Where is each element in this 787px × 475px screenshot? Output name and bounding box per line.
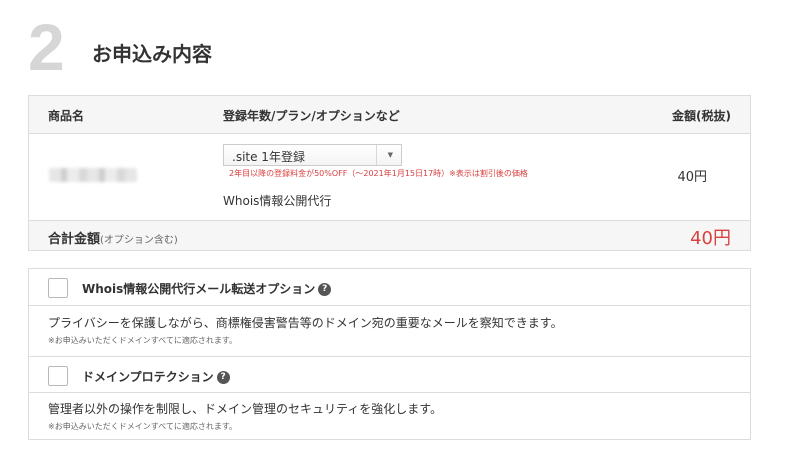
blurred-domain-name <box>49 168 137 182</box>
order-summary-table: 商品名 登録年数/プラン/オプションなど 金額(税抜) .site 1年登録 ▼… <box>28 95 751 251</box>
section-title: お申込み内容 <box>92 42 212 66</box>
whois-mail-forward-title-text: Whois情報公開代行メール転送オプション <box>82 282 316 296</box>
step-number: 2 <box>28 10 65 84</box>
domain-protection-option-header: ドメインプロテクション? <box>29 356 750 393</box>
total-label-text: 合計金額 <box>48 232 101 247</box>
whois-mail-forward-checkbox[interactable] <box>48 278 68 298</box>
select-divider <box>376 145 377 165</box>
chevron-down-icon: ▼ <box>387 151 393 159</box>
domain-protection-checkbox[interactable] <box>48 366 68 386</box>
line-item-price: 40円 <box>677 170 707 185</box>
domain-protection-note: ※お申込みいただくドメインすべてに適応されます。 <box>48 422 238 431</box>
domain-protection-description: 管理者以外の操作を制限し、ドメイン管理のセキュリティを強化します。 <box>48 402 443 416</box>
plan-select[interactable]: .site 1年登録 ▼ <box>223 144 402 166</box>
total-amount: 40円 <box>690 228 731 249</box>
total-label: 合計金額(オプション含む) <box>48 228 178 247</box>
order-row: .site 1年登録 ▼ 2年目以降の登録料金が50%OFF（～2021年1月1… <box>29 134 750 220</box>
order-total-row: 合計金額(オプション含む) 40円 <box>29 220 750 250</box>
options-panel: Whois情報公開代行メール転送オプション? プライバシーを保護しながら、商標権… <box>28 268 751 440</box>
domain-protection-title: ドメインプロテクション? <box>82 368 230 385</box>
order-table-header: 商品名 登録年数/プラン/オプションなど 金額(税抜) <box>29 96 750 134</box>
discount-note: 2年目以降の登録料金が50%OFF（～2021年1月15日17時）※表示は割引後… <box>229 169 528 178</box>
help-icon[interactable]: ? <box>216 371 230 384</box>
plan-select-value: .site 1年登録 <box>232 150 305 164</box>
whois-mail-forward-option-header: Whois情報公開代行メール転送オプション? <box>29 269 750 306</box>
total-label-note: (オプション含む) <box>100 235 178 246</box>
whois-privacy-label: Whois情報公開代行 <box>223 194 332 208</box>
help-icon[interactable]: ? <box>318 283 332 296</box>
whois-mail-forward-description: プライバシーを保護しながら、商標権侵害警告等のドメイン宛の重要なメールを察知でき… <box>48 316 563 330</box>
product-column-header: 商品名 <box>48 109 85 123</box>
whois-mail-forward-note: ※お申込みいただくドメインすべてに適応されます。 <box>48 336 238 345</box>
plan-column-header: 登録年数/プラン/オプションなど <box>223 109 400 123</box>
domain-protection-title-text: ドメインプロテクション <box>82 370 214 384</box>
whois-mail-forward-title: Whois情報公開代行メール転送オプション? <box>82 280 332 297</box>
price-column-header: 金額(税抜) <box>672 109 731 123</box>
